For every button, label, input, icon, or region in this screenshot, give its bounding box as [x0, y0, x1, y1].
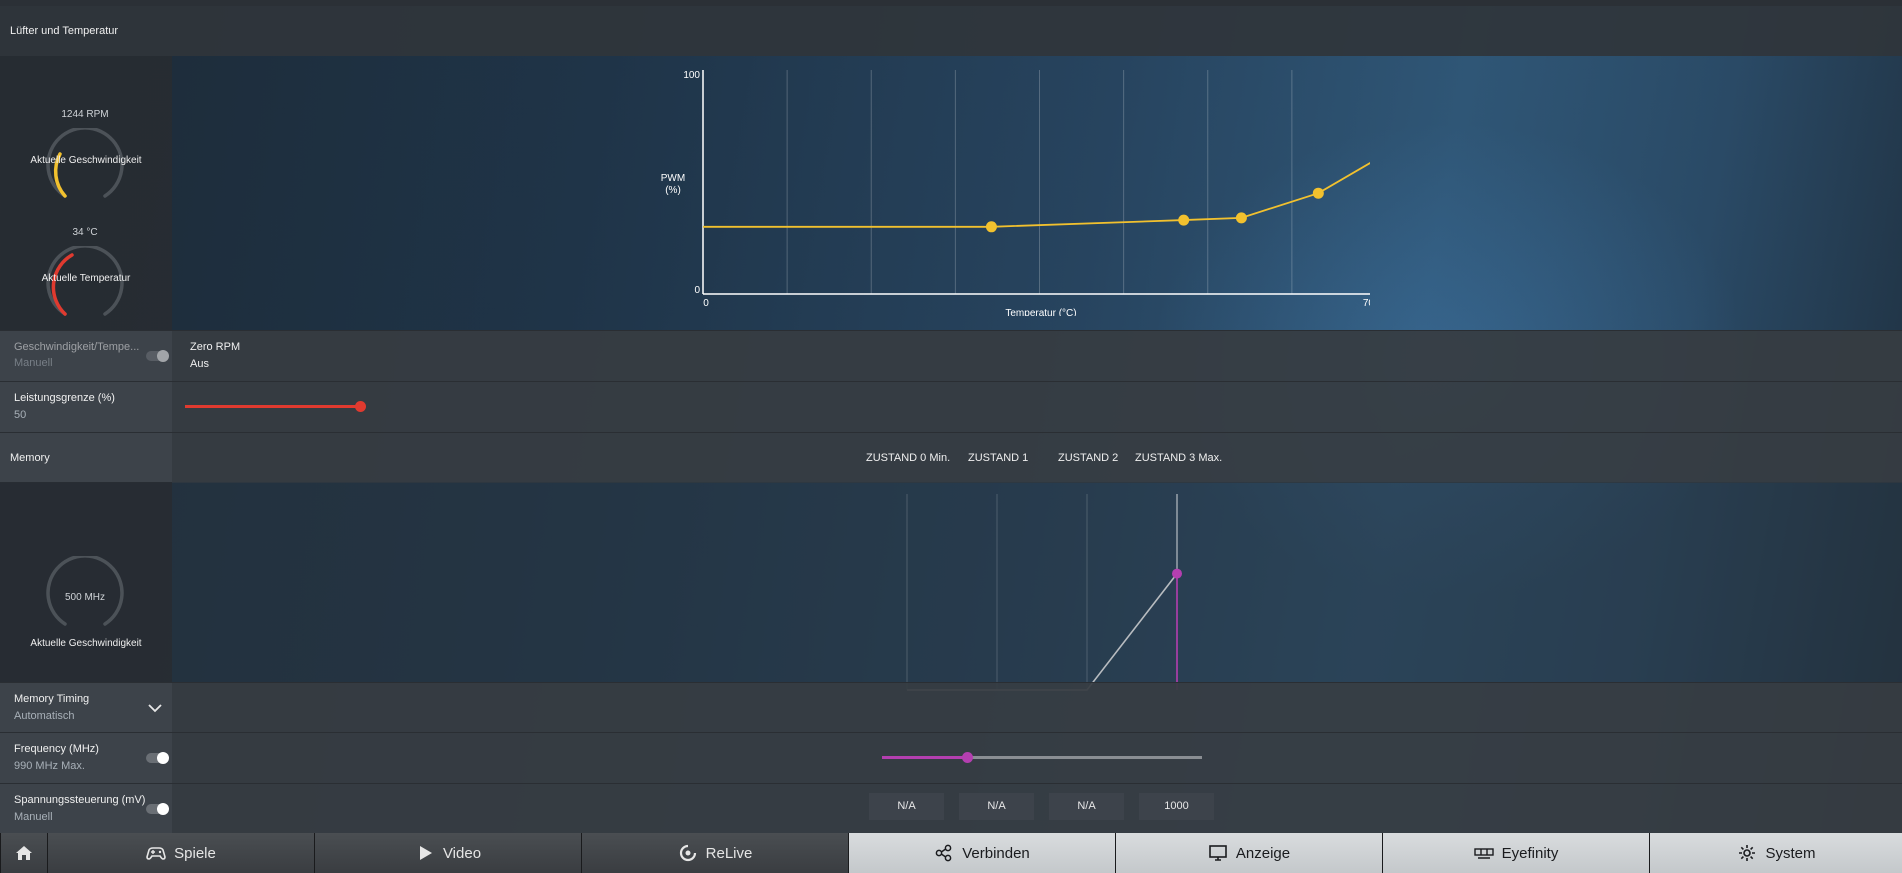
power-limit-slider-thumb[interactable]: [355, 401, 366, 412]
memory-timing-row: Memory Timing Automatisch: [0, 682, 1902, 732]
voltage-field-state-2[interactable]: N/A: [1049, 793, 1124, 820]
memory-timing-value: Automatisch: [14, 710, 75, 722]
power-limit-value: 50: [14, 409, 27, 421]
temperature-gauge: [46, 246, 124, 316]
chart-ytick-max: 100: [683, 70, 700, 81]
nav-system-label: System: [1765, 844, 1816, 862]
chart-ylabel-unit: (%): [665, 185, 681, 196]
speed-temp-row: Geschwindigkeit/Tempe... Manuell Zero RP…: [0, 330, 1902, 381]
memory-gauge-panel: 500 MHz Aktuelle Geschwindigkeit: [0, 482, 172, 682]
memory-state-point[interactable]: [1172, 568, 1182, 579]
fan-curve-chart[interactable]: PWM (%) 100 0 0 70 Temperatur (°C): [650, 56, 1370, 316]
fan-speed-label: Aktuelle Geschwindigkeit: [30, 155, 142, 166]
memory-timing-label: Memory Timing: [14, 693, 90, 705]
nav-eyefinity-label: Eyefinity: [1501, 844, 1559, 862]
memory-state-0: ZUSTAND 0 Min.: [866, 452, 951, 464]
nav-system[interactable]: System: [1649, 833, 1902, 873]
memory-state-1: ZUSTAND 1: [968, 452, 1029, 464]
nav-verbinden-label: Verbinden: [962, 844, 1030, 862]
nav-eyefinity[interactable]: Eyefinity: [1382, 833, 1649, 873]
memory-timing-side: [0, 683, 172, 732]
temperature-value: 34 °C: [72, 227, 98, 238]
frequency-toggle[interactable]: [146, 752, 169, 764]
chart-xtick-min: 0: [703, 298, 709, 309]
power-limit-side: [0, 382, 172, 432]
chart-xtick-max: 70: [1363, 298, 1370, 309]
nav-relive[interactable]: ReLive: [581, 833, 848, 873]
nav-spiele-label: Spiele: [174, 844, 216, 862]
chart-ytick-min: 0: [694, 285, 700, 296]
zero-rpm-value: Aus: [190, 358, 209, 370]
nav-video[interactable]: Video: [314, 833, 581, 873]
fan-curve-point[interactable]: [1235, 212, 1247, 224]
speed-temp-side-shade: [0, 331, 172, 381]
fan-curve-point[interactable]: [985, 221, 997, 233]
memory-state-2: ZUSTAND 2: [1058, 452, 1119, 464]
gamepad-icon: [146, 847, 166, 860]
frequency-slider-fill: [882, 756, 968, 759]
temperature-label: Aktuelle Temperatur: [41, 273, 131, 284]
voltage-field-state-1[interactable]: N/A: [959, 793, 1034, 820]
relive-icon: [679, 844, 696, 862]
fan-curve-point[interactable]: [1178, 214, 1190, 226]
memory-state-3: ZUSTAND 3 Max.: [1135, 452, 1223, 464]
gear-icon: [1739, 845, 1756, 861]
fan-speed-value: 1244 RPM: [61, 109, 109, 120]
fan-curve-point[interactable]: [1312, 187, 1324, 199]
nav-anzeige[interactable]: Anzeige: [1115, 833, 1382, 873]
voltage-row: Spannungssteuerung (mV) Manuell: [0, 783, 1902, 834]
home-icon: [16, 846, 32, 860]
chart-ylabel-pwm: PWM: [661, 173, 685, 184]
fan-speed-gauge: [46, 128, 124, 198]
voltage-field-state-3[interactable]: 1000: [1139, 793, 1214, 820]
power-limit-slider-track[interactable]: [185, 405, 361, 408]
memory-state-line: [907, 573, 1178, 691]
frequency-row: Frequency (MHz) 990 MHz Max.: [0, 732, 1902, 783]
fan-section-title: Lüfter und Temperatur: [10, 25, 119, 37]
eyefinity-icon: [1473, 848, 1494, 859]
nav-anzeige-label: Anzeige: [1235, 844, 1291, 862]
memory-speed-label: Aktuelle Geschwindigkeit: [30, 638, 142, 649]
nav-home[interactable]: [0, 833, 47, 873]
frequency-label: Frequency (MHz): [14, 743, 99, 755]
memory-speed-value: 500 MHz: [64, 592, 105, 603]
nav-spiele[interactable]: Spiele: [47, 833, 314, 873]
fan-curve-line: [703, 162, 1370, 228]
fan-gauges-panel: 1244 RPM Aktuelle Geschwindigkeit 34 °C …: [0, 56, 172, 330]
voltage-label: Spannungssteuerung (mV): [14, 794, 146, 806]
frequency-slider-thumb[interactable]: [962, 752, 973, 763]
zero-rpm-label: Zero RPM: [190, 341, 241, 353]
voltage-toggle[interactable]: [146, 803, 169, 815]
memory-state-chart[interactable]: [880, 482, 1200, 702]
chevron-down-icon[interactable]: [148, 703, 162, 713]
memory-title: Memory: [10, 452, 50, 464]
power-limit-row: Leistungsgrenze (%) 50: [0, 381, 1902, 432]
monitor-icon: [1209, 845, 1227, 861]
power-limit-label: Leistungsgrenze (%): [14, 392, 115, 404]
voltage-value: Manuell: [14, 811, 53, 823]
play-icon: [419, 846, 432, 860]
nav-relive-label: ReLive: [705, 844, 753, 862]
memory-header: Memory ZUSTAND 0 Min. ZUSTAND 1 ZUSTAND …: [0, 432, 1902, 483]
nav-verbinden[interactable]: Verbinden: [848, 833, 1115, 873]
nav-video-label: Video: [442, 844, 482, 862]
connect-icon: [935, 844, 952, 862]
frequency-value: 990 MHz Max.: [14, 760, 85, 772]
chart-xlabel: Temperatur (°C): [1005, 308, 1076, 316]
fan-section-header: Lüfter und Temperatur: [0, 6, 1902, 56]
voltage-field-state-0[interactable]: N/A: [869, 793, 944, 820]
